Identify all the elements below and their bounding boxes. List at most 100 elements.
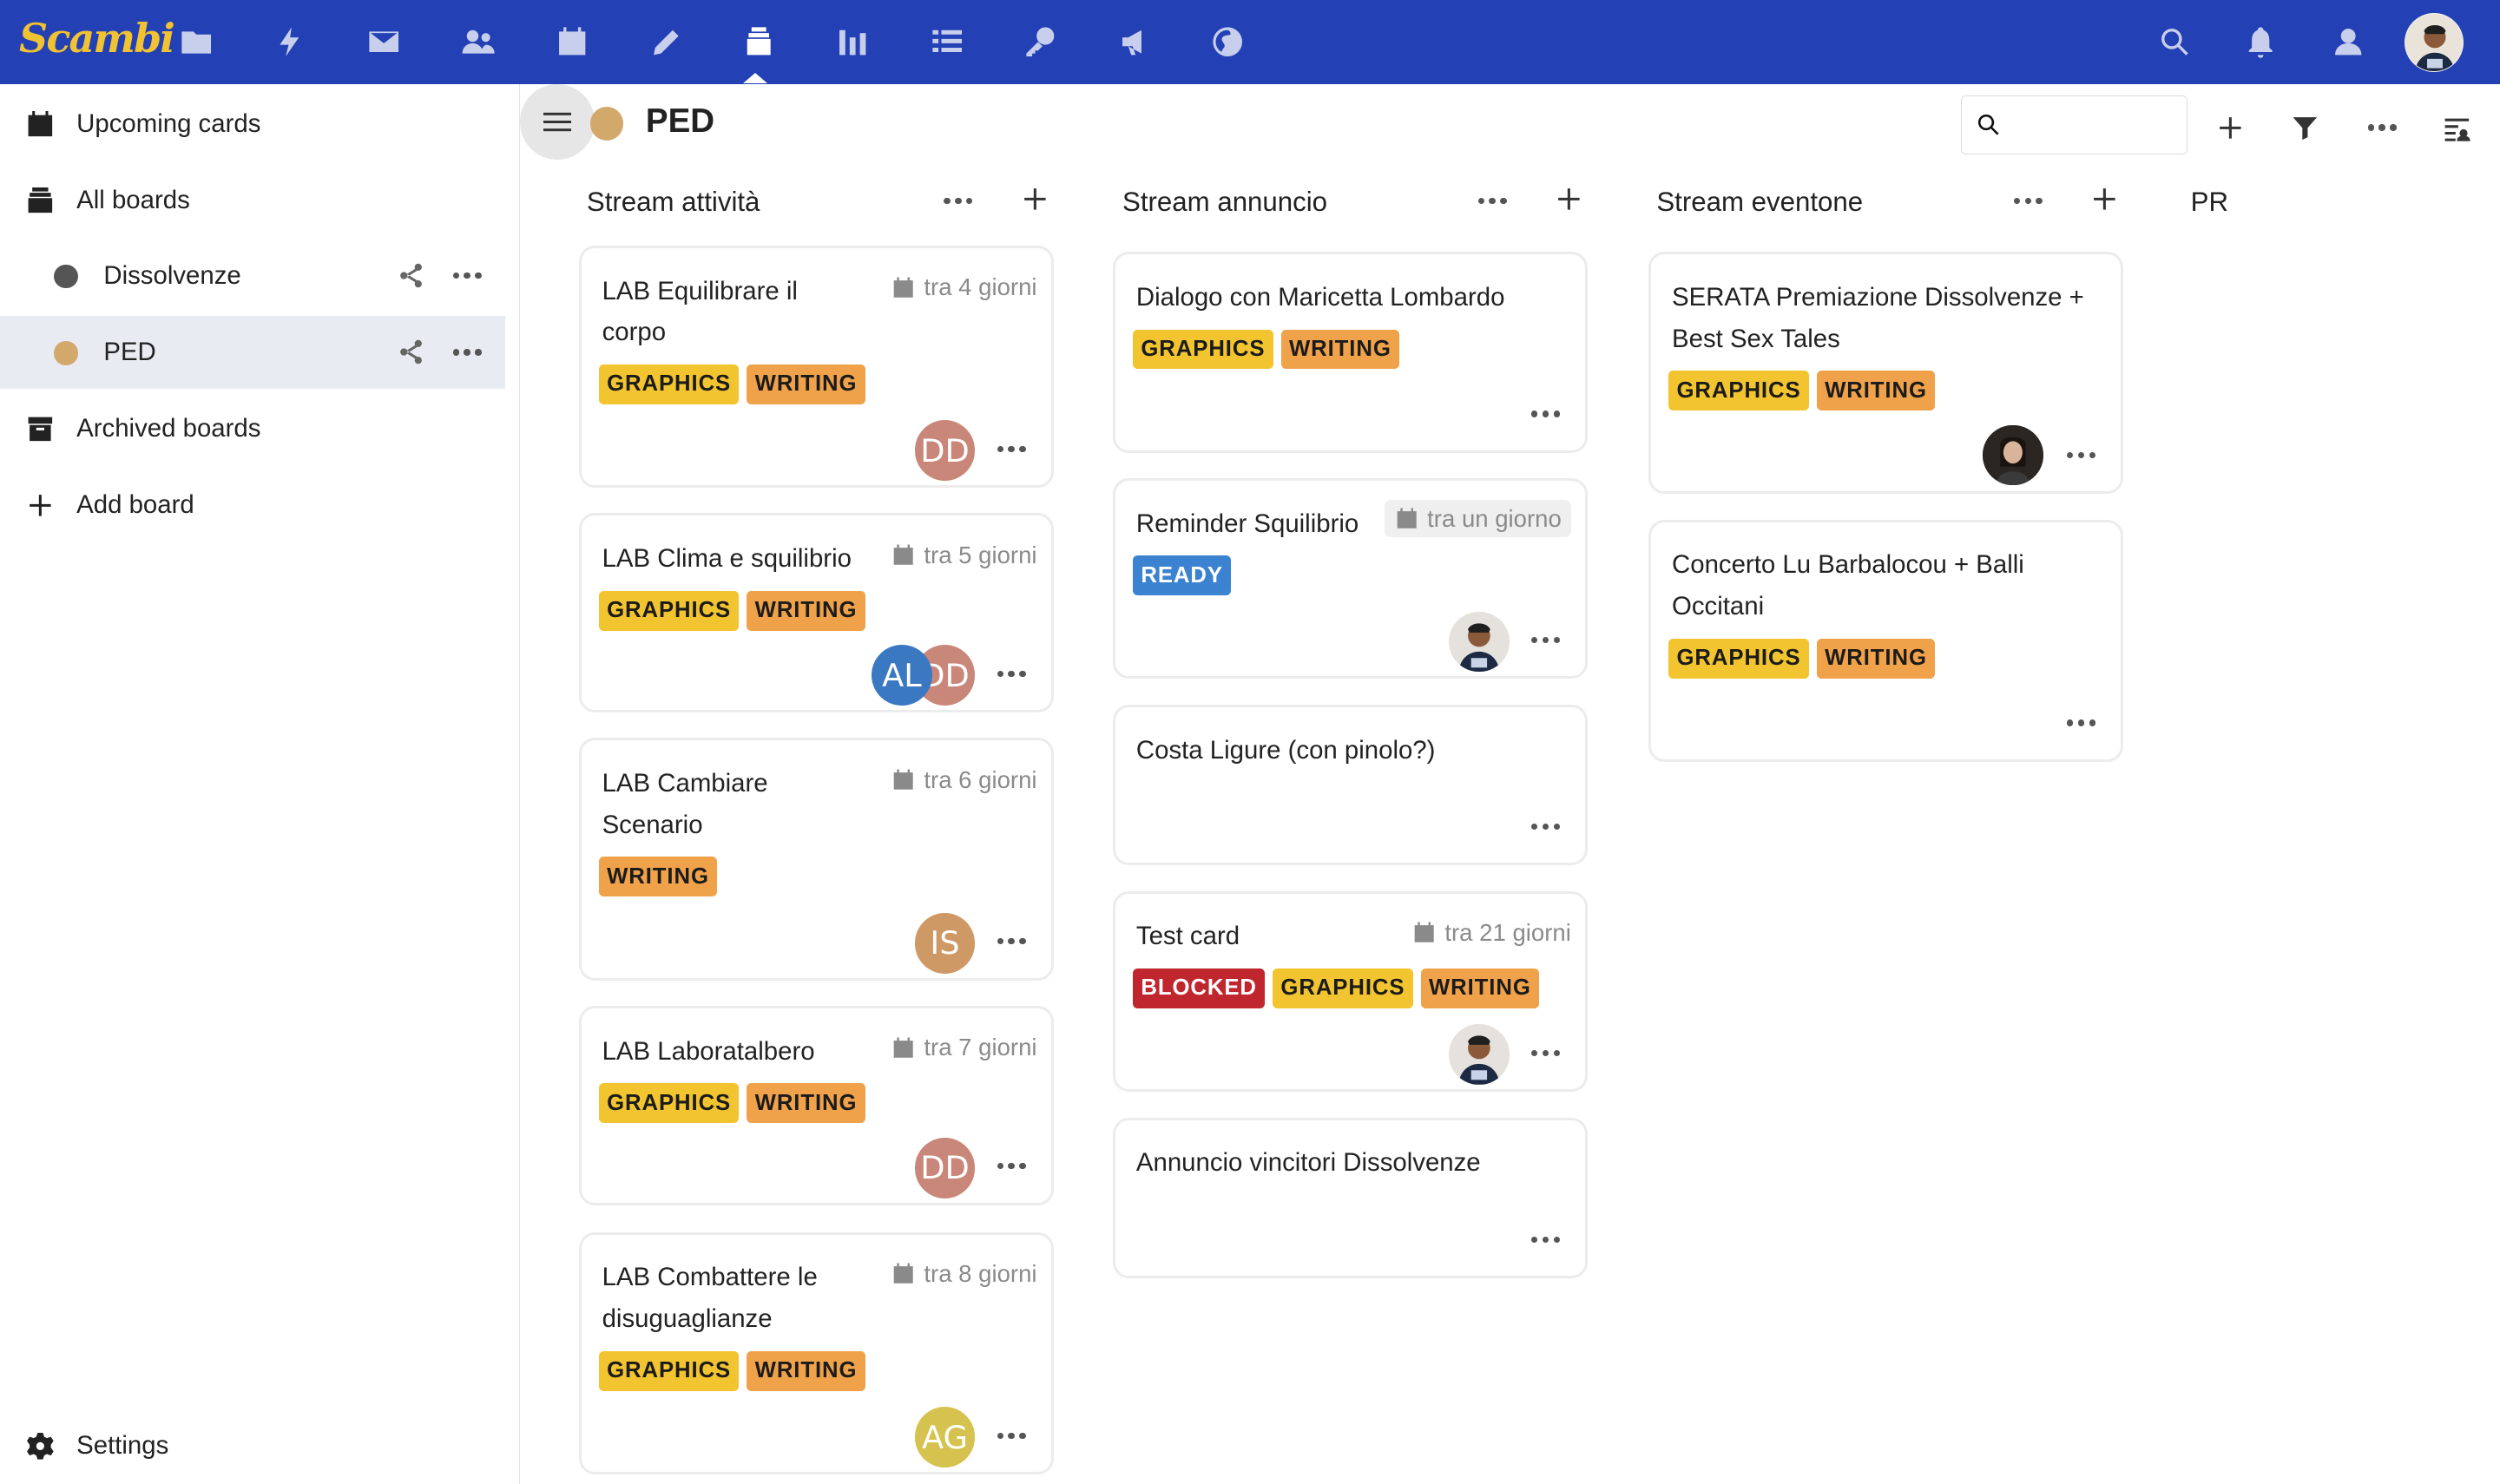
add-card-button[interactable] [1019, 183, 1051, 215]
card[interactable]: LAB Laboratalbero tra 7 giorni GRAPHICS … [578, 1005, 1055, 1205]
stack-more-button[interactable] [1475, 187, 1510, 215]
card-labels: WRITING [598, 857, 718, 897]
assignee-avatar[interactable]: DD [914, 420, 976, 481]
card-more-button[interactable] [1528, 812, 1562, 841]
card[interactable]: LAB Combattere le disuguaglianze tra 8 g… [578, 1231, 1055, 1474]
assignee-avatar[interactable]: IS [914, 912, 976, 974]
card-labels: GRAPHICS WRITING [1668, 371, 1936, 411]
stack-title[interactable]: Stream annuncio [1122, 187, 1327, 218]
card-more-button[interactable] [994, 1422, 1029, 1450]
add-card-button[interactable] [2089, 183, 2121, 215]
card-more-button[interactable] [1528, 399, 1562, 428]
card[interactable]: Annuncio vincitori Dissolvenze [1113, 1117, 1589, 1279]
nav-all-boards[interactable]: All boards [0, 164, 505, 237]
due-text: tra 21 giorni [1444, 919, 1571, 947]
label-writing: WRITING [1816, 371, 1936, 411]
card-more-button[interactable] [994, 1152, 1029, 1180]
card[interactable]: LAB Clima e squilibrio tra 5 giorni GRAP… [578, 513, 1055, 712]
assignee-avatar[interactable]: DD [914, 1137, 976, 1198]
card-due-date: tra 21 giorni [1411, 919, 1571, 947]
stack-title[interactable]: Stream eventone [1656, 187, 1863, 218]
activity-icon[interactable] [271, 23, 309, 61]
deck-icon [24, 185, 56, 217]
add-card-button[interactable] [1553, 183, 1585, 215]
stack-more-button[interactable] [2010, 187, 2045, 215]
card-labels: GRAPHICS WRITING [598, 364, 865, 404]
card[interactable]: Costa Ligure (con pinolo?) [1113, 704, 1589, 866]
nav-settings[interactable]: Settings [0, 1409, 505, 1482]
board-details-button[interactable] [2438, 108, 2476, 147]
tasks-icon[interactable] [928, 23, 966, 61]
app-logo[interactable]: Scambi [19, 15, 175, 69]
card[interactable]: LAB Equilibrare il corpo tra 4 giorni GR… [578, 245, 1055, 489]
nav-board-dissolvenze[interactable]: Dissolvenze [0, 240, 505, 312]
card-labels: GRAPHICS WRITING [1133, 329, 1399, 370]
search-input[interactable] [2010, 106, 2176, 145]
board-more-button[interactable] [2363, 108, 2401, 147]
card-due-date: tra 7 giorni [891, 1034, 1037, 1061]
card-title: Annuncio vincitori Dissolvenze [1135, 1148, 1481, 1178]
card[interactable]: Dialogo con Maricetta Lombardo GRAPHICS … [1113, 252, 1589, 453]
label-writing: WRITING [1420, 969, 1539, 1008]
share-icon[interactable] [397, 338, 425, 366]
nav-label: Add board [76, 490, 194, 520]
board-color-dot [54, 341, 78, 365]
card[interactable]: LAB Cambiare Scenario tra 6 giorni WRITI… [578, 738, 1055, 981]
assignee-avatar[interactable] [1448, 1024, 1510, 1086]
card-more-button[interactable] [994, 660, 1029, 688]
share-icon[interactable] [397, 261, 425, 290]
deck-icon[interactable] [740, 23, 778, 61]
contacts-menu-icon[interactable] [2329, 23, 2367, 61]
nav-archived-boards[interactable]: Archived boards [0, 392, 505, 465]
add-stack-button[interactable] [2212, 108, 2250, 147]
card[interactable]: Reminder Squilibrio tra un giorno READY [1113, 478, 1589, 680]
card-more-button[interactable] [1528, 1039, 1562, 1067]
calendar-icon [893, 544, 913, 565]
stack-title[interactable]: Stream attività [587, 187, 760, 218]
label-graphics: GRAPHICS [598, 590, 740, 631]
calendar-icon [893, 1263, 913, 1284]
files-icon[interactable] [177, 23, 215, 61]
announcements-icon[interactable] [1116, 23, 1155, 61]
notes-icon[interactable] [648, 23, 686, 61]
globe-icon[interactable] [1208, 23, 1247, 61]
passwords-icon[interactable] [1022, 23, 1060, 61]
app-navigation-toggle[interactable] [519, 84, 595, 160]
more-icon[interactable] [451, 338, 484, 366]
assignee-avatar[interactable]: AG [914, 1407, 976, 1468]
mail-icon[interactable] [365, 23, 404, 61]
card-due-date: tra 5 giorni [891, 542, 1037, 569]
more-icon[interactable] [451, 261, 484, 290]
card-more-button[interactable] [994, 927, 1029, 955]
assignee-avatar[interactable]: AL [871, 645, 932, 706]
card-more-button[interactable] [2063, 709, 2098, 738]
label-ready: READY [1133, 555, 1232, 596]
calendar-icon[interactable] [553, 23, 591, 61]
top-bar: Scambi [0, 0, 2500, 85]
nav-board-ped[interactable]: PED [0, 315, 506, 390]
stack-title[interactable]: PR [2191, 187, 2228, 218]
card-title: Costa Ligure (con pinolo?) [1135, 735, 1436, 765]
filter-button[interactable] [2286, 108, 2325, 147]
nav-add-board[interactable]: Add board [0, 469, 505, 542]
stack-more-button[interactable] [941, 187, 976, 215]
card[interactable]: Test card tra 21 giorni BLOCKED GRAPHICS… [1113, 890, 1589, 1093]
card-labels: GRAPHICS WRITING [598, 590, 865, 631]
card-more-button[interactable] [1528, 1225, 1562, 1254]
nav-upcoming-cards[interactable]: Upcoming cards [0, 88, 505, 161]
card-more-button[interactable] [2063, 441, 2098, 469]
analytics-icon[interactable] [834, 23, 872, 61]
card-more-button[interactable] [1528, 626, 1562, 654]
assignee-avatar[interactable] [1448, 611, 1510, 673]
assignee-avatar[interactable] [1983, 424, 2043, 486]
board-search[interactable] [1961, 95, 2188, 155]
search-icon[interactable] [2155, 23, 2194, 61]
contacts-icon[interactable] [459, 23, 497, 61]
card[interactable]: Concerto Lu Barbalocou + Balli Occitani … [1648, 519, 2124, 762]
card-more-button[interactable] [994, 435, 1029, 463]
calendar-icon [893, 276, 913, 298]
card-due-date: tra 6 giorni [891, 766, 1037, 794]
card[interactable]: SERATA Premiazione Dissolvenze + Best Se… [1648, 252, 2124, 495]
user-avatar[interactable] [2404, 12, 2464, 72]
notifications-icon[interactable] [2241, 23, 2280, 61]
